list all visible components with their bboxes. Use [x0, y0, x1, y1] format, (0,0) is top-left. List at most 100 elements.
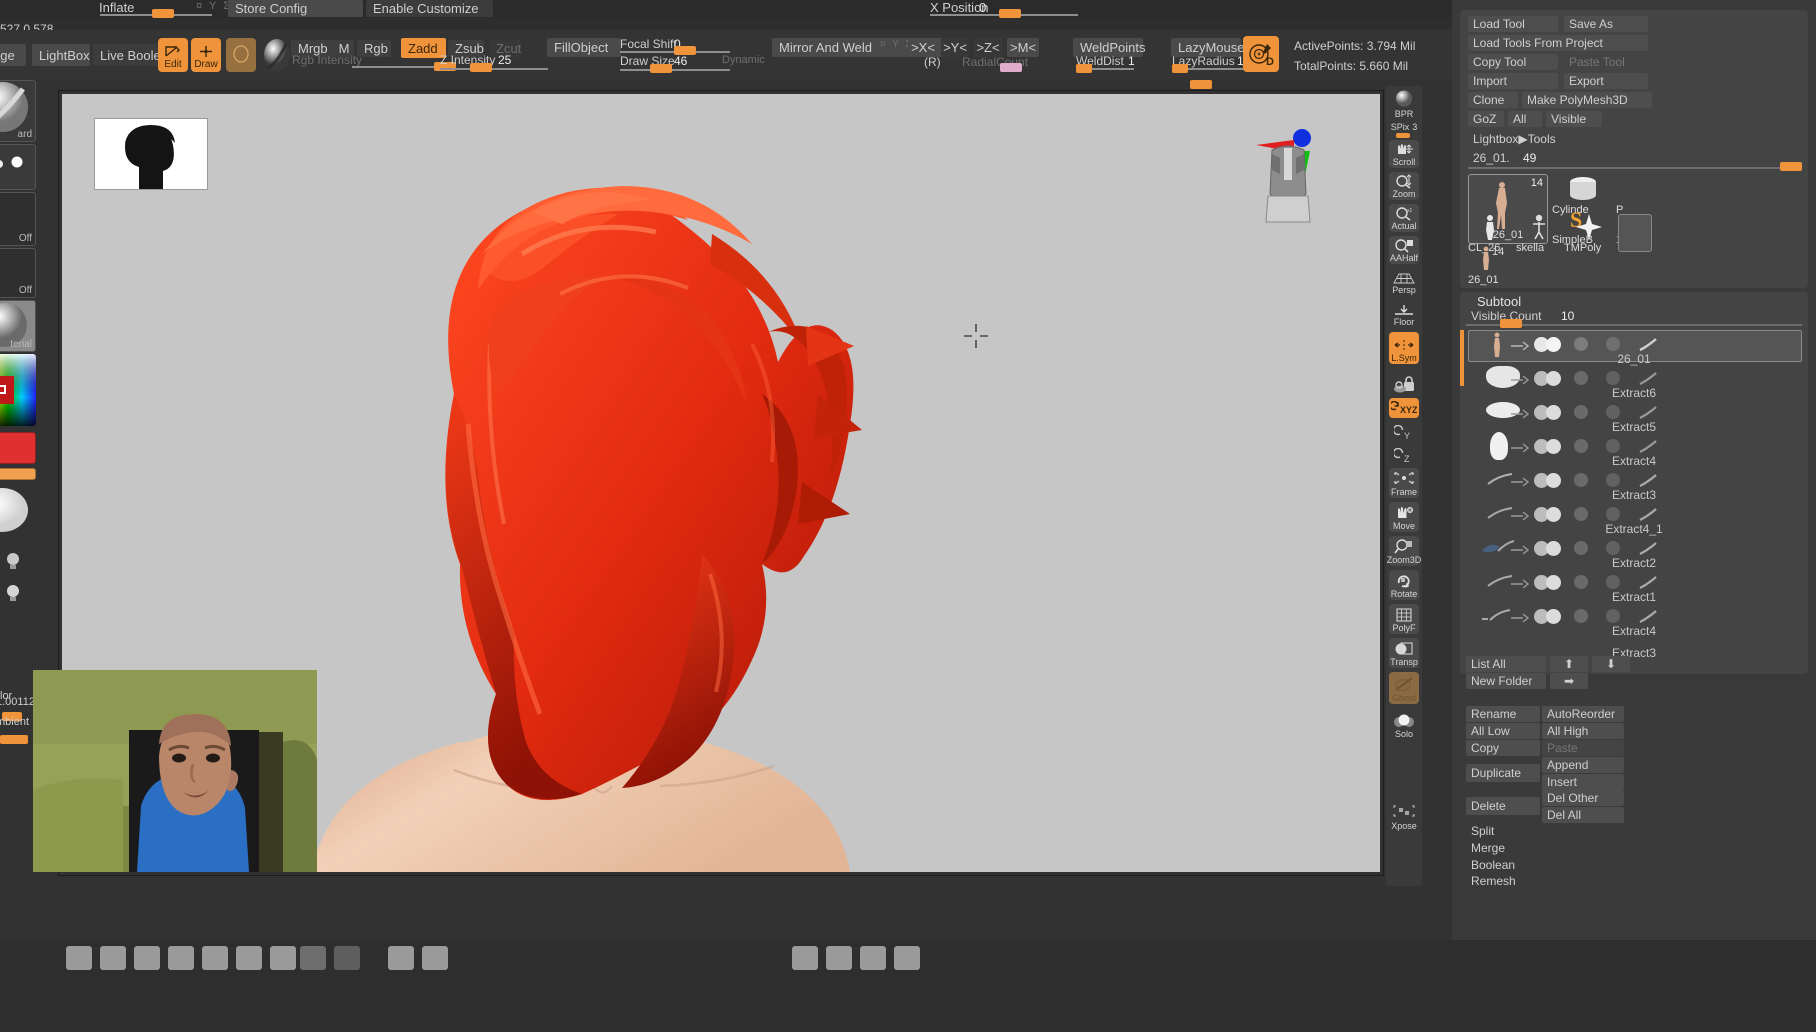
save-as-button[interactable]: Save As — [1564, 16, 1648, 32]
subtool-polypaint-dot[interactable] — [1574, 609, 1588, 623]
bpr-button[interactable]: BPR — [1389, 90, 1419, 120]
rotate-button[interactable]: Rotate — [1389, 570, 1419, 600]
subtool-mask-dot[interactable] — [1606, 541, 1620, 555]
aahalf-button[interactable]: AAHalf — [1389, 236, 1419, 264]
delete-button[interactable]: Delete — [1466, 797, 1540, 815]
subtool-visibility-dot-2[interactable] — [1546, 609, 1561, 624]
bottom-thumb-14[interactable] — [860, 946, 886, 970]
eye-toggle-icon[interactable] — [1510, 578, 1530, 588]
copy-tool-button[interactable]: Copy Tool — [1468, 54, 1558, 70]
subtool-polypaint-dot[interactable] — [1574, 473, 1588, 487]
subtool-mask-dot[interactable] — [1606, 575, 1620, 589]
enable-customize-button[interactable]: Enable Customize — [366, 0, 493, 17]
inflate-slider-knob[interactable] — [152, 9, 174, 18]
del-other-button[interactable]: Del Other — [1542, 790, 1624, 806]
floor-button[interactable]: Floor — [1389, 300, 1419, 328]
subtool-visibility-dot-2[interactable] — [1546, 541, 1561, 556]
subtool-brush-icon[interactable] — [1638, 406, 1658, 420]
subtool-list[interactable]: 26_01 Extract6 Extract5 Extract4 Extract… — [1460, 330, 1802, 660]
lazy-radius-knob[interactable] — [1172, 64, 1188, 73]
bottom-thumb-3[interactable] — [134, 946, 160, 970]
subtool-brush-icon[interactable] — [1638, 474, 1658, 488]
eye-toggle-icon[interactable] — [1510, 374, 1530, 384]
move-mode-button[interactable] — [226, 38, 256, 72]
transparency-button[interactable]: Transp — [1389, 638, 1419, 668]
eye-toggle-icon[interactable] — [1510, 612, 1530, 622]
draw-size-knob[interactable] — [650, 64, 672, 73]
store-config-button[interactable]: Store Config — [228, 0, 363, 17]
move-button[interactable]: Move — [1389, 502, 1419, 532]
merge-button[interactable]: Merge — [1466, 840, 1540, 856]
visible-button[interactable]: Visible — [1546, 111, 1602, 127]
rename-button[interactable]: Rename — [1466, 706, 1540, 722]
xpose-button[interactable]: Xpose — [1389, 800, 1419, 832]
rotate-y-button[interactable]: Y — [1389, 420, 1419, 442]
export-button[interactable]: Export — [1564, 73, 1648, 89]
table-row[interactable]: 26_01 — [1466, 330, 1802, 366]
draw-size-track[interactable] — [620, 69, 730, 71]
ambient-knob[interactable] — [0, 735, 28, 744]
subtool-polypaint-dot[interactable] — [1574, 575, 1588, 589]
subtool-visibility-dot-2[interactable] — [1546, 473, 1561, 488]
dynamic-brush-button[interactable]: D — [1243, 36, 1279, 72]
tool-thumb-extra[interactable] — [1618, 214, 1652, 252]
frame-button[interactable]: Frame — [1389, 468, 1419, 498]
edit-mode-button[interactable]: Edit — [158, 38, 188, 72]
move-down-button[interactable]: ⬇ — [1592, 656, 1630, 672]
left-slot-stroke[interactable] — [0, 144, 36, 190]
table-row[interactable]: Extract6 — [1466, 364, 1802, 400]
lock-transform-button[interactable] — [1389, 368, 1419, 396]
eye-toggle-icon[interactable] — [1510, 544, 1530, 554]
left-slot-texture[interactable]: Off — [0, 248, 36, 298]
table-row[interactable]: Extract1 — [1466, 568, 1802, 604]
zoom-button[interactable]: Zoom — [1389, 172, 1419, 200]
x-position-slider-knob[interactable] — [999, 9, 1021, 18]
subtool-brush-icon[interactable] — [1638, 440, 1658, 454]
bottom-thumb-10[interactable] — [388, 946, 414, 970]
subtool-polypaint-dot[interactable] — [1574, 439, 1588, 453]
subtool-brush-icon[interactable] — [1638, 542, 1658, 556]
subtool-polypaint-dot[interactable] — [1574, 337, 1588, 351]
remesh-button[interactable]: Remesh — [1466, 873, 1540, 889]
lightbox-button[interactable]: LightBox — [32, 44, 90, 66]
main-color-swatch[interactable] — [0, 432, 36, 464]
bottom-thumb-12[interactable] — [792, 946, 818, 970]
draw-mode-button[interactable]: Draw — [191, 38, 221, 72]
auto-reorder-button[interactable]: AutoReorder — [1542, 706, 1624, 722]
radial-count-knob[interactable] — [1000, 63, 1022, 72]
table-row[interactable]: Extract2 — [1466, 534, 1802, 570]
table-row[interactable]: Extract5 — [1466, 398, 1802, 434]
table-row[interactable]: Extract3 — [1466, 466, 1802, 502]
eye-toggle-icon[interactable] — [1510, 340, 1530, 350]
tool-thumb-skella[interactable]: skella — [1516, 214, 1564, 254]
eye-toggle-icon[interactable] — [1510, 408, 1530, 418]
subtool-visibility-dot-2[interactable] — [1546, 371, 1561, 386]
copy-button[interactable]: Copy — [1466, 740, 1540, 756]
boolean-button[interactable]: Boolean — [1466, 857, 1540, 873]
bottom-thumb-9[interactable] — [334, 946, 360, 970]
fill-object-button[interactable]: FillObject — [547, 38, 621, 57]
inflate-xyz-glyph[interactable]: ¤ Υ Σ — [196, 0, 232, 12]
actual-size-button[interactable]: x1 Actual — [1389, 204, 1419, 232]
table-row[interactable]: Extract4 — [1466, 602, 1802, 638]
rotate-xyz-button[interactable]: XYZ — [1389, 398, 1419, 418]
subtool-visibility-dot-2[interactable] — [1546, 507, 1561, 522]
split-button[interactable]: Split — [1466, 823, 1540, 839]
subtool-mask-dot[interactable] — [1606, 337, 1620, 351]
image-button[interactable]: age — [0, 44, 26, 66]
bottom-thumb-2[interactable] — [100, 946, 126, 970]
duplicate-button[interactable]: Duplicate — [1466, 764, 1540, 782]
bottom-thumb-13[interactable] — [826, 946, 852, 970]
tool-thumb-tmpoly[interactable]: TMPoly — [1564, 214, 1616, 254]
ghost-button[interactable]: Ghost — [1389, 672, 1419, 704]
load-tool-button[interactable]: Load Tool — [1468, 16, 1558, 32]
spix-knob[interactable] — [1396, 133, 1410, 138]
subtool-visibility-dot-2[interactable] — [1546, 405, 1561, 420]
eye-toggle-icon[interactable] — [1510, 442, 1530, 452]
folder-move-button[interactable]: ➡ — [1550, 673, 1588, 689]
subtool-mask-dot[interactable] — [1606, 371, 1620, 385]
polyframe-button[interactable]: PolyF — [1389, 604, 1419, 634]
paste-button[interactable]: Paste — [1542, 740, 1624, 756]
subtool-brush-icon[interactable] — [1638, 576, 1658, 590]
subtool-polypaint-dot[interactable] — [1574, 507, 1588, 521]
